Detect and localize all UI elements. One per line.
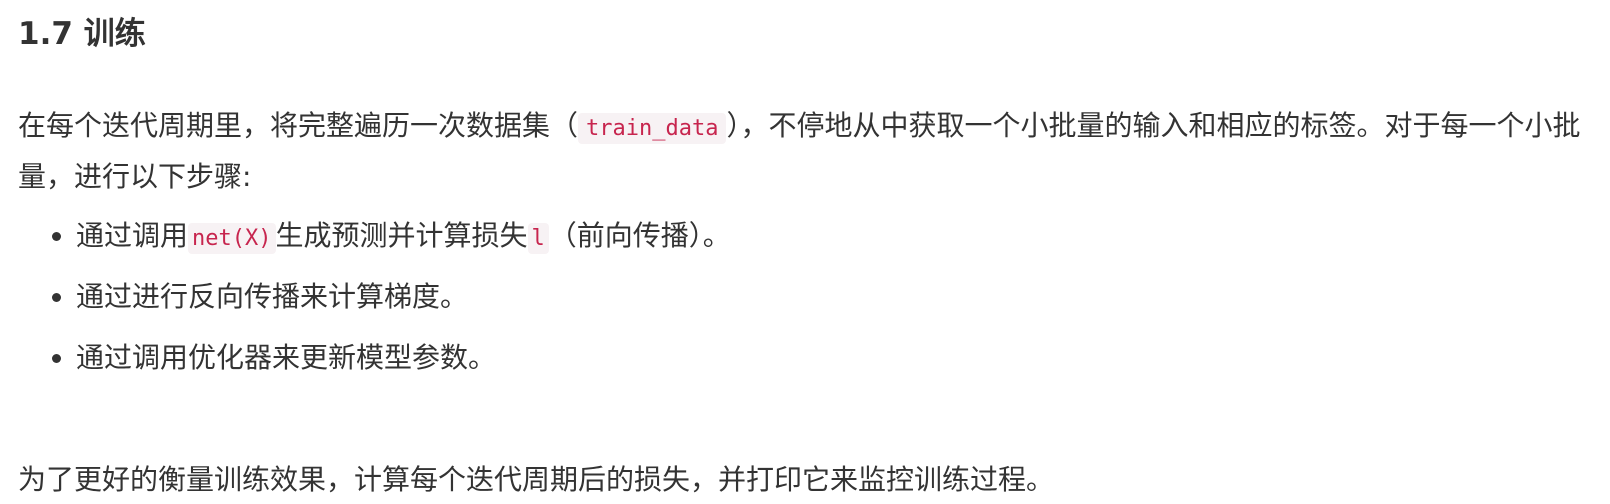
list-item: 通过调用优化器来更新模型参数。 <box>18 334 731 395</box>
inline-code-net-x: net(X) <box>188 223 276 254</box>
step-1-text-middle: 生成预测并计算损失 <box>275 219 528 252</box>
section-heading: 1.7 训练 <box>18 16 146 52</box>
intro-paragraph: 在每个迭代周期里，将完整遍历一次数据集（ train_data ），不停地从中获取一… <box>18 102 1592 201</box>
bullet-icon <box>52 232 61 241</box>
bullet-icon <box>52 293 61 302</box>
inline-code-train-data: train_data <box>578 113 727 144</box>
bullet-icon <box>52 354 61 363</box>
step-3-text: 通过调用优化器来更新模型参数。 <box>76 341 497 374</box>
closing-paragraph: 为了更好的衡量训练效果，计算每个迭代周期后的损失，并打印它来监控训练过程。 <box>18 463 1055 496</box>
list-item: 通过进行反向传播来计算梯度。 <box>18 273 731 334</box>
inline-code-loss-l: l <box>527 223 549 254</box>
step-2-text: 通过进行反向传播来计算梯度。 <box>76 280 469 313</box>
step-1-text-after: （前向传播）。 <box>548 219 731 252</box>
step-1-text-before: 通过调用 <box>76 219 189 252</box>
steps-list: 通过调用 net(X) 生成预测并计算损失 l （前向传播）。 通过进行反向传播来计算梯… <box>18 212 731 395</box>
intro-text-before: 在每个迭代周期里，将完整遍历一次数据集（ <box>18 109 579 142</box>
list-item: 通过调用 net(X) 生成预测并计算损失 l （前向传播）。 <box>18 212 731 273</box>
